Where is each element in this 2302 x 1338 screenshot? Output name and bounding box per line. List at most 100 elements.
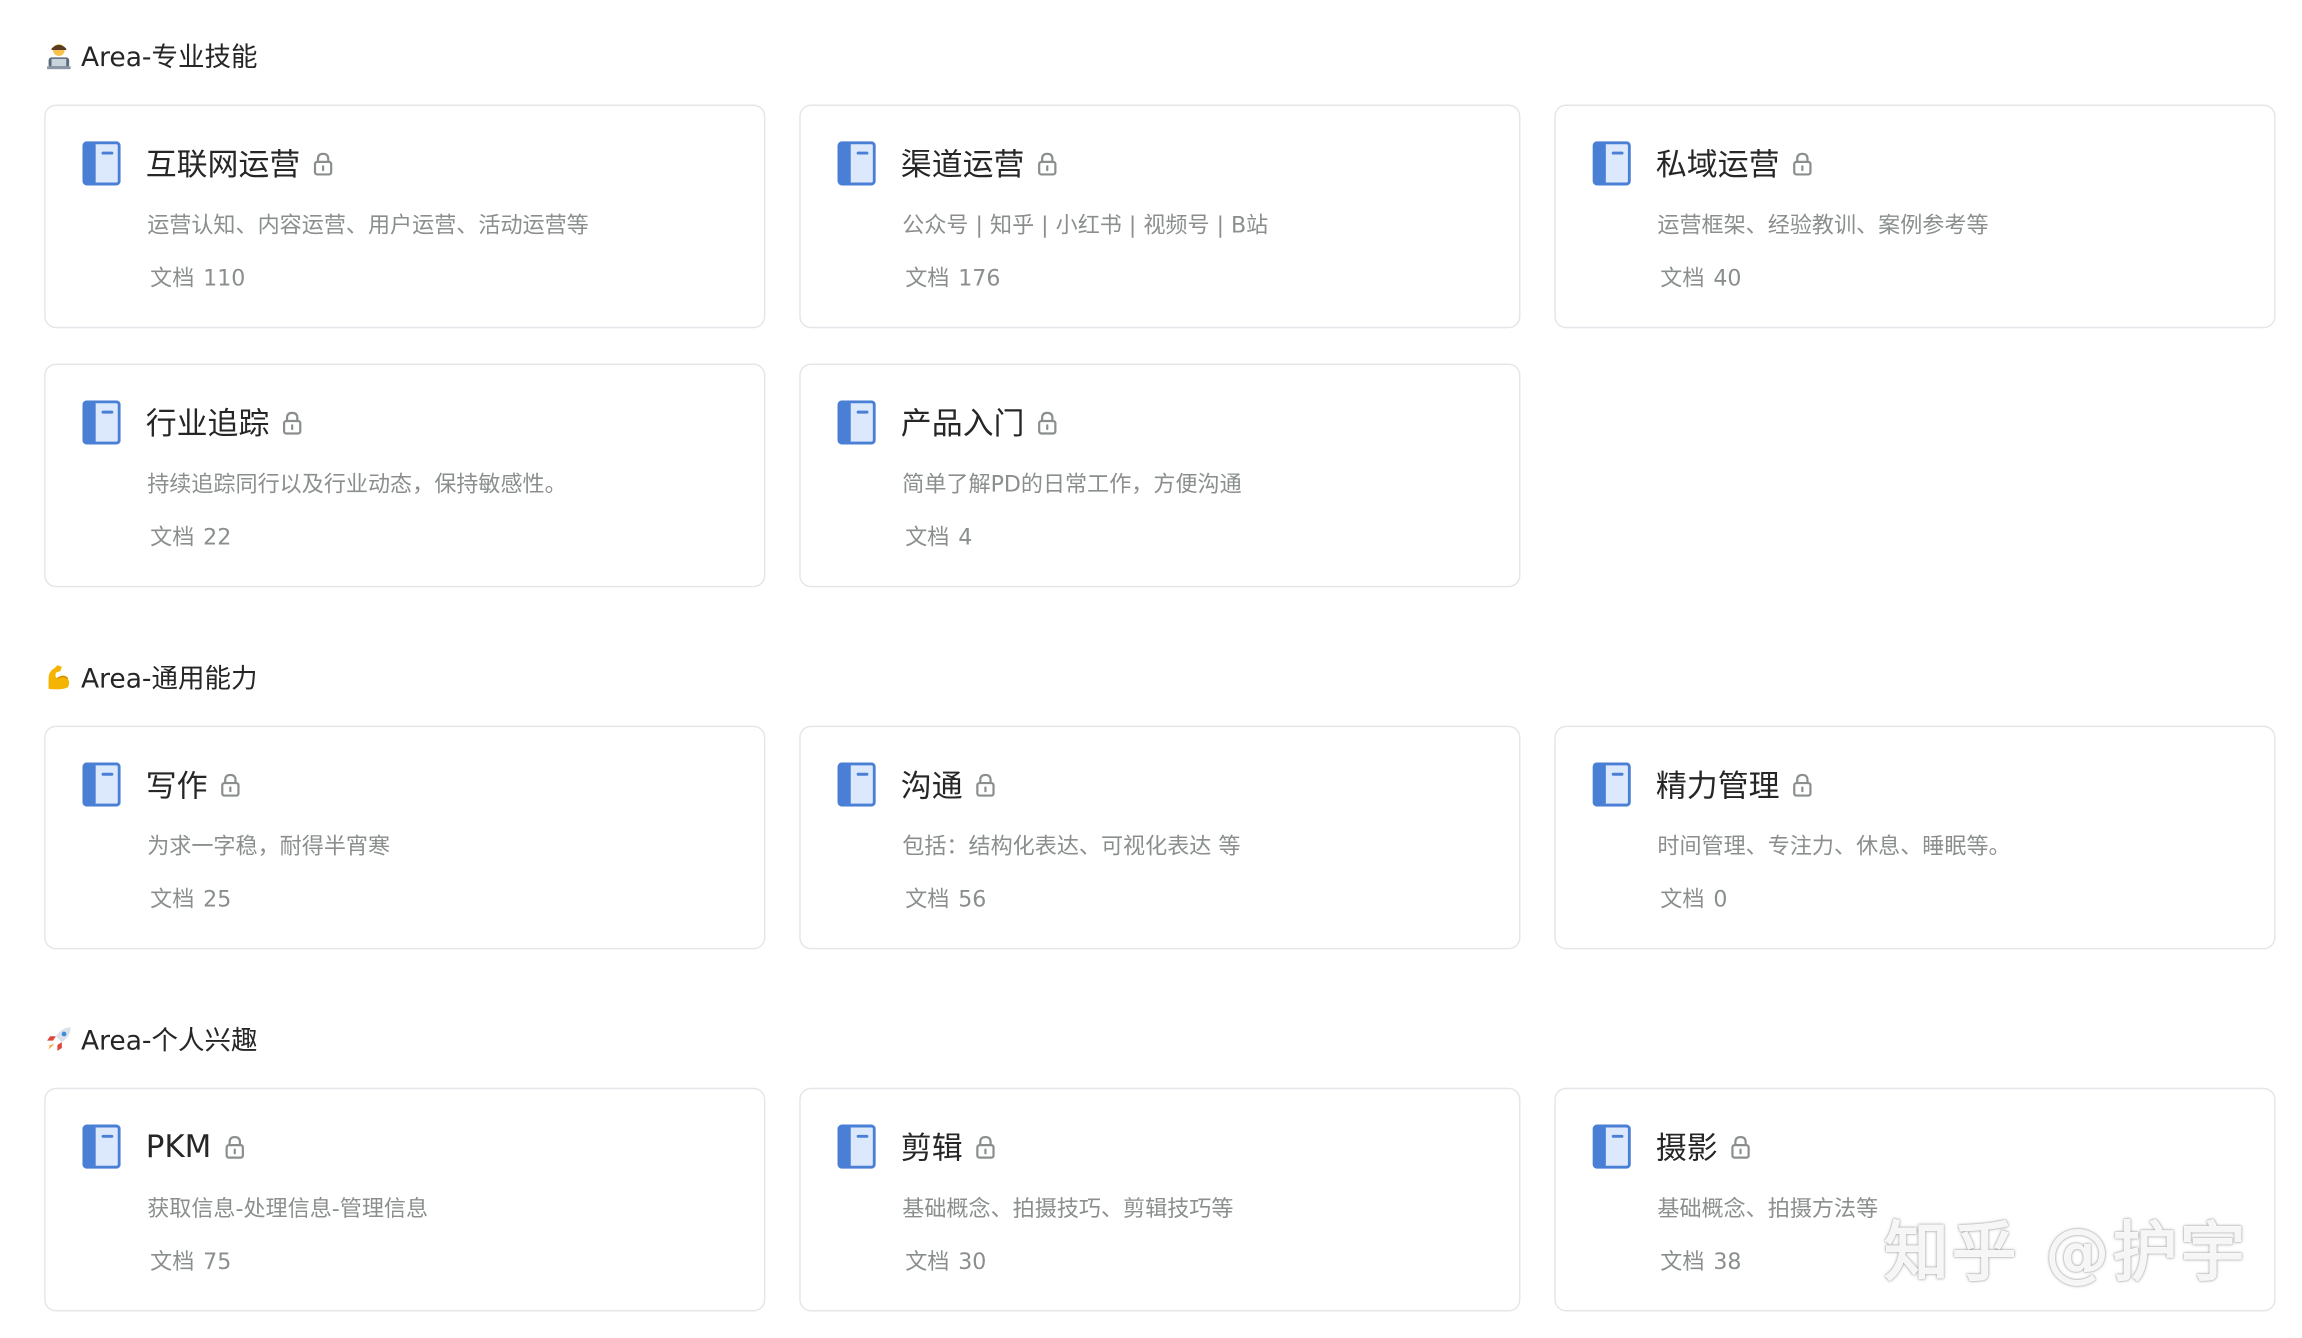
card-communication[interactable]: 沟通 包括：结构化表达、可视化表达 等 文档 56 (799, 726, 1520, 950)
book-icon (82, 400, 120, 444)
card-energy-management[interactable]: 精力管理 时间管理、专注力、休息、睡眠等。 文档 0 (1554, 726, 2275, 950)
doc-count-value: 25 (203, 886, 231, 912)
watermark: 知乎 @护宇 (1884, 1200, 2248, 1294)
card-description: 简单了解PD的日常工作，方便沟通 (902, 468, 1241, 499)
lock-icon (219, 772, 241, 797)
lock-icon (974, 772, 996, 797)
card-title-row: 产品入门 (901, 400, 1058, 444)
card-product-intro[interactable]: 产品入门 简单了解PD的日常工作，方便沟通 文档 4 (799, 364, 1520, 588)
card-title-row: 精力管理 (1656, 762, 1813, 806)
book-icon (838, 141, 876, 185)
card-video-editing[interactable]: 剪辑 基础概念、拍摄技巧、剪辑技巧等 文档 30 (799, 1088, 1520, 1312)
card-doc-count: 文档 38 (1660, 1245, 1741, 1276)
card-title-row: 沟通 (901, 762, 997, 806)
book-icon (838, 400, 876, 444)
card-title: 写作 (146, 762, 208, 806)
book-icon (1593, 141, 1631, 185)
doc-count-label: 文档 (905, 524, 949, 550)
doc-count-label: 文档 (1660, 886, 1704, 912)
doc-count-label: 文档 (150, 1248, 194, 1274)
doc-count-value: 56 (958, 886, 986, 912)
lock-icon (974, 1134, 996, 1159)
doc-count-label: 文档 (150, 886, 194, 912)
card-doc-count: 文档 40 (1660, 262, 1741, 293)
card-doc-count: 文档110 (150, 262, 245, 293)
card-doc-count: 文档 22 (150, 521, 231, 552)
card-doc-count: 文档 56 (905, 883, 986, 914)
card-doc-count: 文档 25 (150, 883, 231, 914)
rocket-emoji-icon (44, 1024, 73, 1053)
lock-icon (281, 410, 303, 435)
card-doc-count: 文档 0 (1660, 883, 1727, 914)
card-description: 公众号 | 知乎 | 小红书 | 视频号 | B站 (902, 209, 1268, 240)
doc-count-value: 30 (958, 1248, 986, 1274)
lock-icon (1036, 151, 1058, 176)
doc-count-value: 40 (1713, 265, 1741, 291)
doc-count-label: 文档 (150, 265, 194, 291)
card-title: 剪辑 (901, 1125, 963, 1169)
card-industry-tracking[interactable]: 行业追踪 持续追踪同行以及行业动态，保持敏感性。 文档 22 (44, 364, 765, 588)
section-title-text: Area-通用能力 (81, 658, 258, 696)
card-description: 基础概念、拍摄技巧、剪辑技巧等 (902, 1192, 1233, 1223)
card-description: 包括：结构化表达、可视化表达 等 (902, 830, 1240, 861)
book-icon (838, 1125, 876, 1169)
doc-count-value: 0 (1713, 886, 1727, 912)
card-description: 为求一字稳，耐得半宵寒 (147, 830, 390, 861)
doc-count-value: 176 (958, 265, 1000, 291)
card-description: 获取信息-处理信息-管理信息 (147, 1192, 428, 1223)
book-icon (838, 762, 876, 806)
doc-count-value: 4 (958, 524, 972, 550)
card-title: 产品入门 (901, 400, 1025, 444)
card-title-row: 渠道运营 (901, 141, 1058, 185)
book-icon (1593, 1125, 1631, 1169)
card-title-row: 摄影 (1656, 1125, 1752, 1169)
book-icon (82, 141, 120, 185)
card-description: 时间管理、专注力、休息、睡眠等。 (1657, 830, 2010, 861)
card-title: 渠道运营 (901, 141, 1025, 185)
lock-icon (223, 1134, 245, 1159)
doc-count-label: 文档 (905, 1248, 949, 1274)
card-internet-operations[interactable]: 互联网运营 运营认知、内容运营、用户运营、活动运营等 文档110 (44, 105, 765, 329)
book-icon (82, 1125, 120, 1169)
technologist-emoji-icon (44, 41, 73, 70)
doc-count-value: 22 (203, 524, 231, 550)
doc-count-value: 38 (1713, 1248, 1741, 1274)
lock-icon (1036, 410, 1058, 435)
section-title-personal-interests: Area-个人兴趣 (44, 1020, 257, 1058)
card-doc-count: 文档 75 (150, 1245, 231, 1276)
card-doc-count: 文档 30 (905, 1245, 986, 1276)
doc-count-label: 文档 (150, 524, 194, 550)
card-title-row: 行业追踪 (146, 400, 303, 444)
section-title-general-abilities: Area-通用能力 (44, 658, 257, 696)
doc-count-label: 文档 (905, 886, 949, 912)
doc-count-label: 文档 (1660, 1248, 1704, 1274)
card-title: 私域运营 (1656, 141, 1780, 185)
card-title-row: 互联网运营 (146, 141, 334, 185)
card-title: 行业追踪 (146, 400, 270, 444)
card-doc-count: 文档 4 (905, 521, 972, 552)
card-pkm[interactable]: PKM 获取信息-处理信息-管理信息 文档 75 (44, 1088, 765, 1312)
card-title: 摄影 (1656, 1125, 1718, 1169)
doc-count-label: 文档 (1660, 265, 1704, 291)
book-icon (1593, 762, 1631, 806)
card-title: 精力管理 (1656, 762, 1780, 806)
card-doc-count: 文档 176 (905, 262, 1000, 293)
card-title: PKM (146, 1129, 212, 1164)
section-title-text: Area-个人兴趣 (81, 1020, 258, 1058)
card-private-domain-operations[interactable]: 私域运营 运营框架、经验教训、案例参考等 文档 40 (1554, 105, 2275, 329)
book-icon (82, 762, 120, 806)
card-title-row: PKM (146, 1125, 245, 1169)
card-title: 沟通 (901, 762, 963, 806)
card-title-row: 私域运营 (1656, 141, 1813, 185)
card-description: 持续追踪同行以及行业动态，保持敏感性。 (147, 468, 567, 499)
card-description: 运营框架、经验教训、案例参考等 (1657, 209, 1988, 240)
section-title-professional-skills: Area-专业技能 (44, 37, 257, 75)
card-channel-operations[interactable]: 渠道运营 公众号 | 知乎 | 小红书 | 视频号 | B站 文档 176 (799, 105, 1520, 329)
card-description: 运营认知、内容运营、用户运营、活动运营等 (147, 209, 589, 240)
doc-count-label: 文档 (905, 265, 949, 291)
lock-icon (312, 151, 334, 176)
lock-icon (1791, 772, 1813, 797)
card-writing[interactable]: 写作 为求一字稳，耐得半宵寒 文档 25 (44, 726, 765, 950)
doc-count-value: 75 (203, 1248, 231, 1274)
card-title-row: 写作 (146, 762, 242, 806)
